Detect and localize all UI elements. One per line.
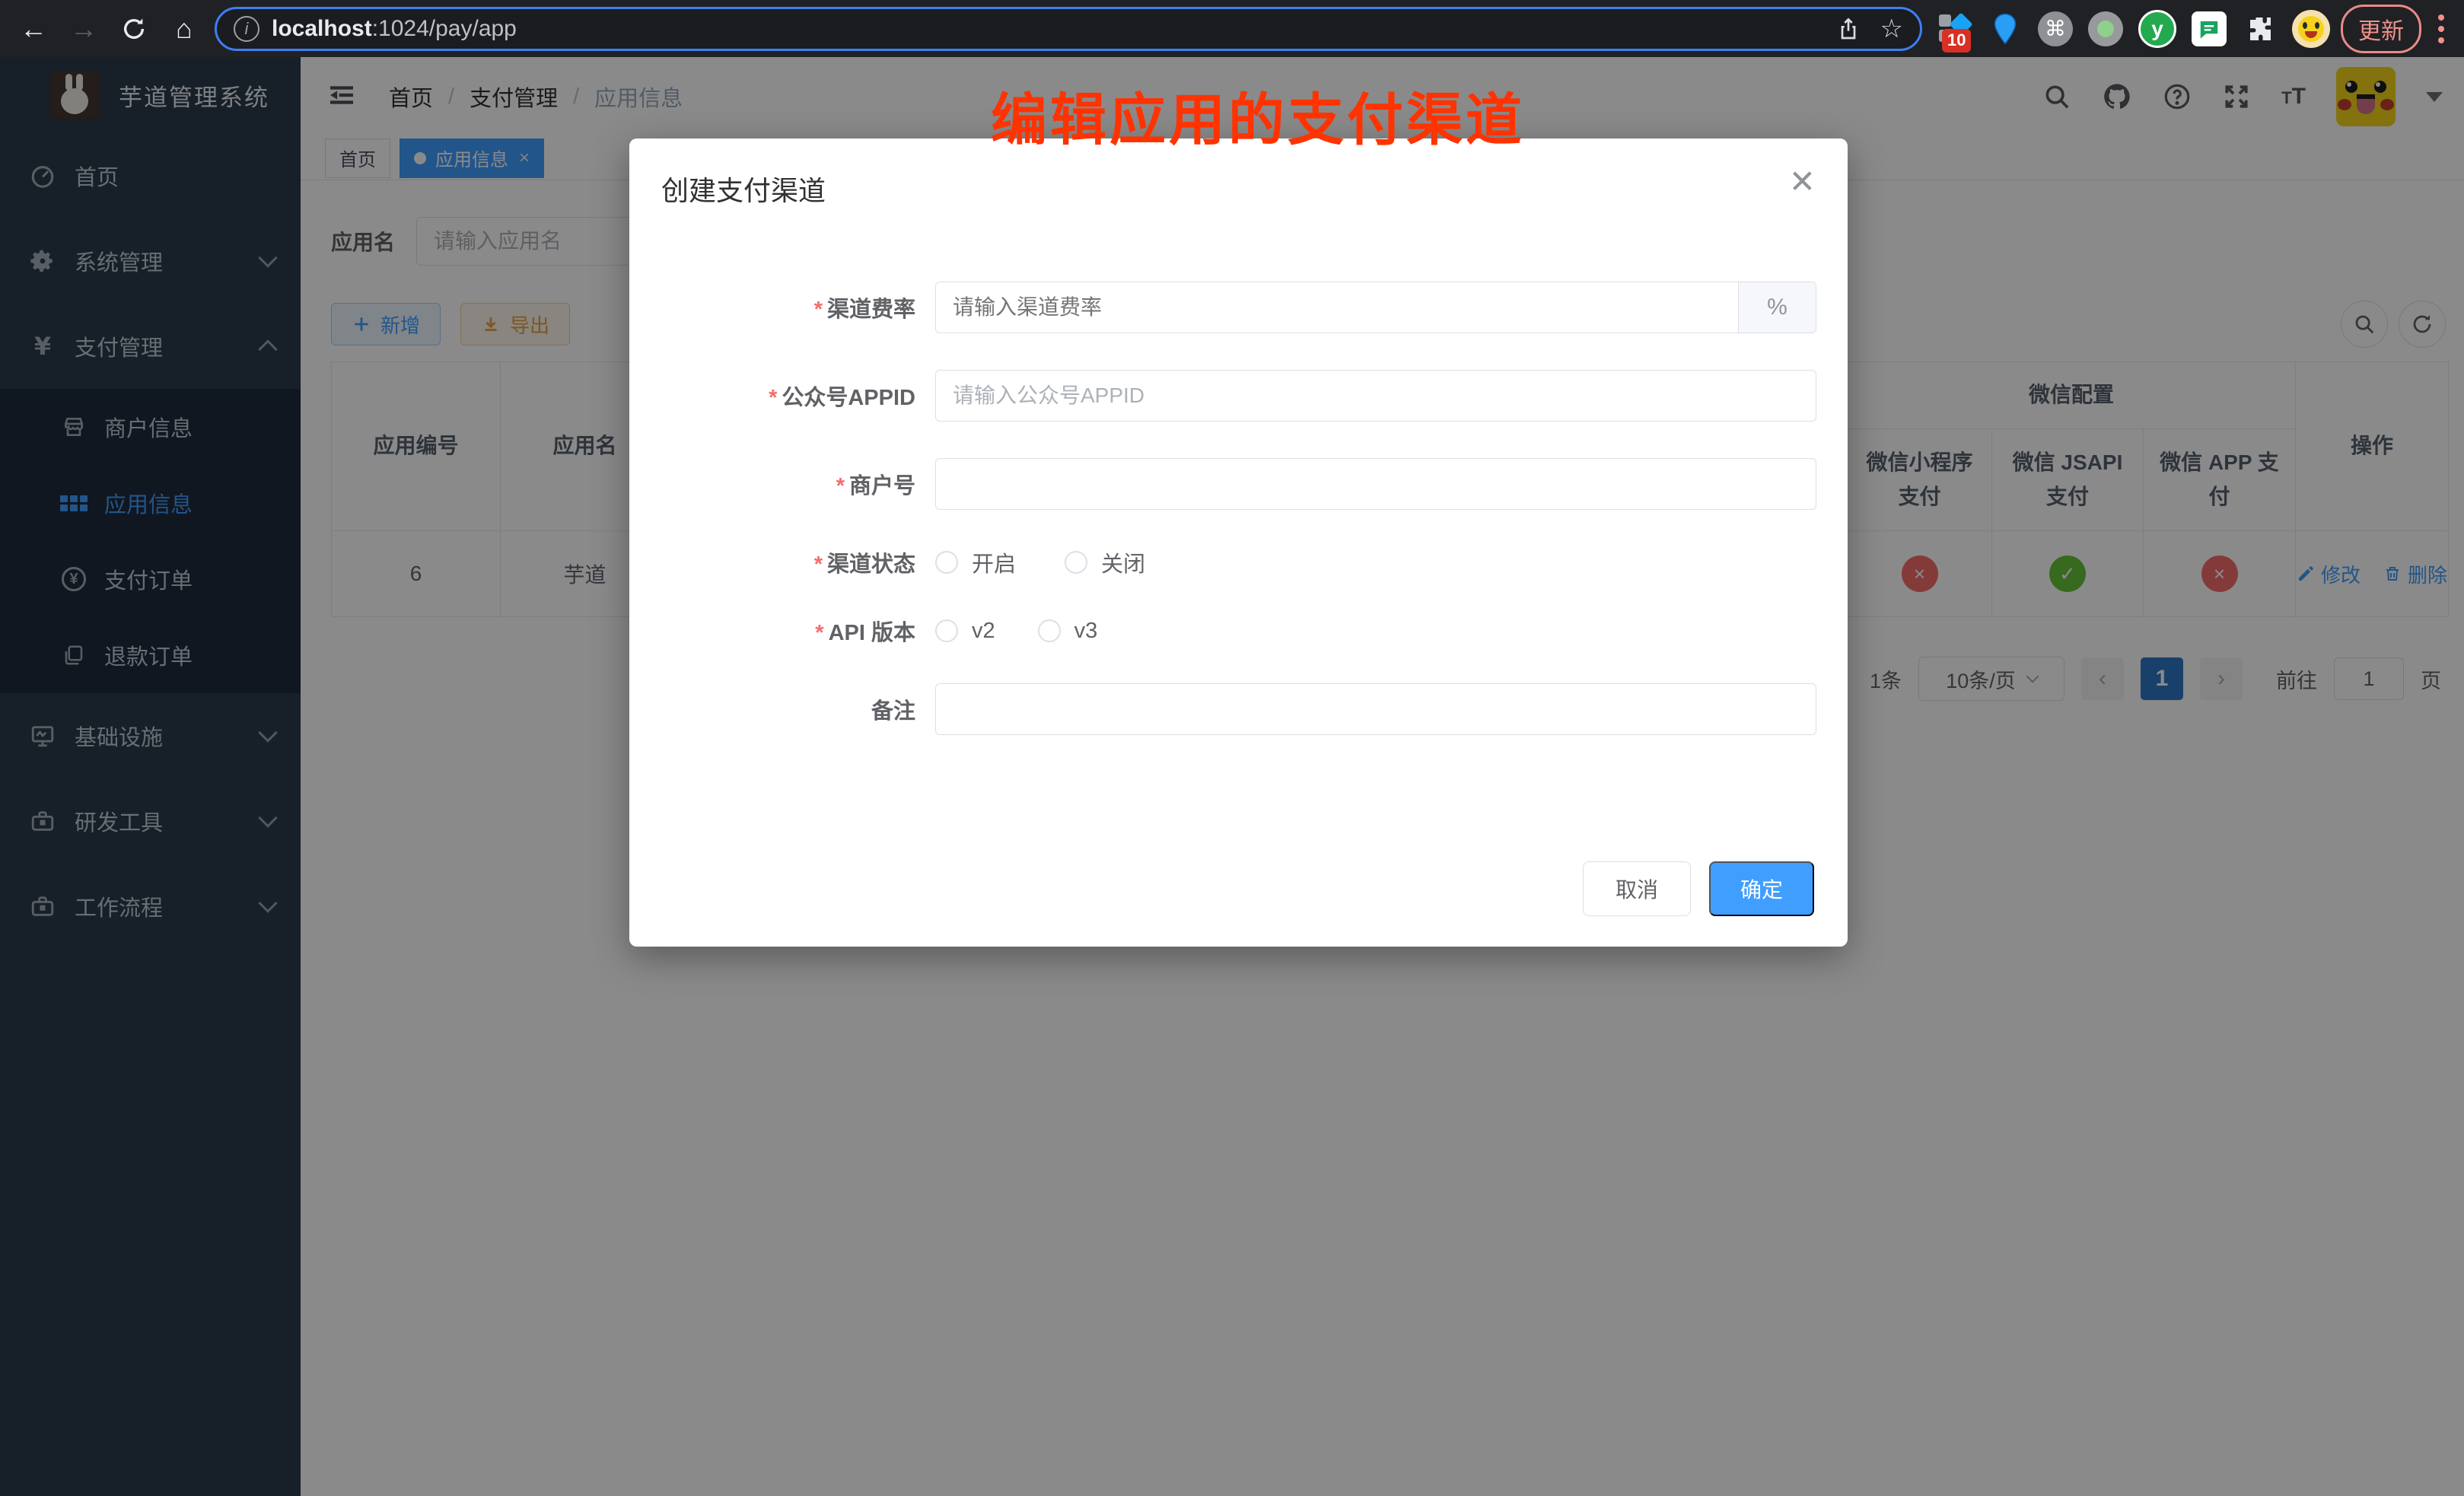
- merchant-no-input[interactable]: [935, 458, 1816, 510]
- radio-icon: [935, 551, 958, 574]
- confirm-button[interactable]: 确定: [1709, 861, 1814, 916]
- extension-green-dot-icon[interactable]: [2088, 11, 2123, 46]
- form-row-appid: *公众号APPID: [629, 370, 1848, 422]
- api-version-radio-group: v2 v3: [935, 619, 1097, 644]
- form-row-channel-status: *渠道状态 开启 关闭: [629, 546, 1848, 578]
- channel-status-radio-group: 开启 关闭: [935, 546, 1145, 578]
- browser-home-button[interactable]: ⌂: [164, 9, 204, 49]
- percent-append: %: [1738, 282, 1816, 333]
- fee-rate-input[interactable]: [936, 282, 1738, 333]
- extensions-zone: 10 ⌘ y: [1937, 10, 2330, 48]
- cancel-button[interactable]: 取消: [1583, 861, 1691, 916]
- dialog-close-icon[interactable]: ✕: [1789, 169, 1816, 195]
- bookmark-star-icon[interactable]: ☆: [1880, 16, 1903, 42]
- fee-rate-label: 渠道费率: [827, 298, 915, 322]
- extension-y-icon[interactable]: y: [2138, 10, 2176, 48]
- browser-update-button[interactable]: 更新: [2341, 5, 2421, 53]
- radio-icon: [935, 619, 958, 642]
- form-row-remark: 备注: [629, 683, 1848, 735]
- extension-chat-icon[interactable]: [2192, 11, 2227, 46]
- radio-api-v2[interactable]: v2: [935, 619, 995, 644]
- create-pay-channel-dialog: 创建支付渠道 ✕ *渠道费率 % *公众号APPID *商户号 *渠道状态 开启…: [629, 138, 1848, 947]
- url-text[interactable]: localhost:1024/pay/app: [272, 16, 1824, 42]
- extension-kite-icon[interactable]: 10: [1937, 11, 1972, 46]
- appid-input[interactable]: [935, 370, 1816, 422]
- channel-status-label: 渠道状态: [827, 552, 915, 577]
- radio-status-closed[interactable]: 关闭: [1065, 546, 1145, 578]
- remark-input[interactable]: [935, 683, 1816, 735]
- command-glyph: ⌘: [2045, 16, 2066, 41]
- radio-icon: [1065, 551, 1087, 574]
- radio-icon: [1038, 619, 1061, 642]
- browser-menu-button[interactable]: [2432, 14, 2450, 43]
- refresh-icon: [121, 16, 147, 42]
- browser-forward-button[interactable]: →: [64, 9, 103, 49]
- extension-pin-icon[interactable]: [1988, 11, 2023, 46]
- dialog-body: *渠道费率 % *公众号APPID *商户号 *渠道状态 开启 关闭 *API …: [629, 208, 1848, 735]
- api-version-label: API 版本: [829, 621, 915, 645]
- required-asterisk: *: [836, 474, 845, 498]
- merchant-no-label: 商户号: [849, 474, 915, 498]
- dialog-title: 创建支付渠道: [661, 169, 826, 208]
- form-row-merchant-no: *商户号: [629, 458, 1848, 510]
- appid-label: 公众号APPID: [782, 386, 915, 410]
- extension-badge: 10: [1942, 29, 1971, 53]
- dialog-footer: 取消 确定: [1583, 861, 1814, 916]
- required-asterisk: *: [814, 552, 823, 577]
- extension-command-icon[interactable]: ⌘: [2038, 11, 2073, 46]
- profile-avatar[interactable]: [2292, 10, 2330, 48]
- site-info-icon[interactable]: i: [234, 16, 259, 42]
- fee-rate-input-group: %: [935, 282, 1816, 333]
- required-asterisk: *: [814, 298, 823, 322]
- required-asterisk: *: [769, 386, 777, 410]
- annotation-text: 编辑应用的支付渠道: [991, 75, 1525, 156]
- radio-status-open[interactable]: 开启: [935, 546, 1016, 578]
- browser-refresh-button[interactable]: [114, 9, 154, 49]
- radio-api-v3[interactable]: v3: [1038, 619, 1098, 644]
- browser-toolbar: ← → ⌂ i localhost:1024/pay/app ☆ 10 ⌘: [0, 0, 2464, 57]
- required-asterisk: *: [815, 621, 823, 645]
- share-icon[interactable]: [1836, 16, 1861, 42]
- browser-back-button[interactable]: ←: [14, 9, 53, 49]
- remark-label: 备注: [871, 699, 915, 724]
- y-glyph: y: [2151, 17, 2163, 41]
- address-bar[interactable]: i localhost:1024/pay/app ☆: [215, 7, 1922, 51]
- form-row-fee-rate: *渠道费率 %: [629, 282, 1848, 333]
- extensions-puzzle-icon[interactable]: [2242, 11, 2277, 46]
- form-row-api-version: *API 版本 v2 v3: [629, 615, 1848, 647]
